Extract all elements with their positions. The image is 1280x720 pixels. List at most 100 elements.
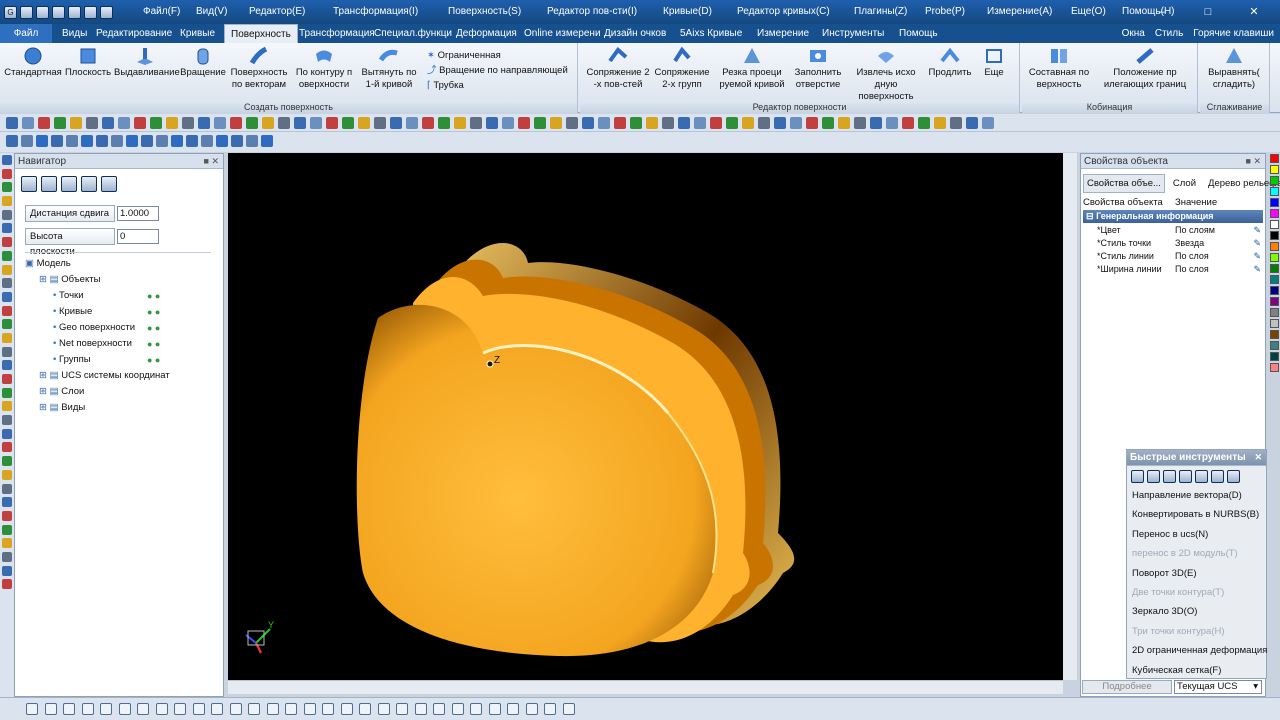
3d-viewport[interactable]: Z Y <box>228 153 1063 680</box>
file-button[interactable]: Файл <box>0 24 52 43</box>
status-tool-icon[interactable] <box>229 703 242 715</box>
undo-icon[interactable] <box>100 5 113 19</box>
status-tool-icon[interactable] <box>525 703 538 715</box>
sphere-small-icon[interactable] <box>1195 470 1208 483</box>
edit-pen-icon[interactable]: ✎ <box>1253 263 1261 276</box>
details-button[interactable]: Подробнее <box>1082 680 1172 694</box>
cut-icon[interactable] <box>84 5 97 19</box>
menu-curves[interactable]: Кривые(D) <box>663 0 712 24</box>
toolbar-tool-icon[interactable] <box>502 117 514 129</box>
side-tool-icon[interactable] <box>2 332 12 343</box>
side-tool-icon[interactable] <box>2 360 12 371</box>
side-tool-icon[interactable] <box>2 387 12 398</box>
toolbar-tool-icon[interactable] <box>230 117 242 129</box>
tree-item[interactable]: ⊞ ▤ Объекты <box>25 272 100 288</box>
toolbar-tool-icon[interactable] <box>374 117 386 129</box>
toolbar-tool-icon[interactable] <box>134 117 146 129</box>
property-value[interactable]: Звезда <box>1175 237 1204 250</box>
quick-tool-item[interactable]: Перенос в ucs(N) <box>1132 525 1208 544</box>
status-tool-icon[interactable] <box>303 703 316 715</box>
filter-icon[interactable] <box>101 176 117 192</box>
blend-two-surfaces-button[interactable]: Сопряжение 2 -х пов-стей <box>584 46 652 91</box>
toolbar-tool-icon[interactable] <box>38 117 50 129</box>
toolbar-tool-icon[interactable] <box>66 135 78 147</box>
toolbar-tool-icon[interactable] <box>246 117 258 129</box>
status-tool-icon[interactable] <box>322 703 334 715</box>
status-tool-icon[interactable] <box>285 703 297 715</box>
side-tool-icon[interactable] <box>2 510 12 521</box>
more-editor-button[interactable]: Еще <box>976 46 1012 79</box>
toolbar-tool-icon[interactable] <box>422 117 434 129</box>
contour-surface-button[interactable]: По контуру п оверхности <box>292 46 356 91</box>
side-tool-icon[interactable] <box>2 196 12 207</box>
tree-item[interactable]: • Net поверхности ● ● <box>25 336 160 352</box>
toolbar-tool-icon[interactable] <box>102 117 114 129</box>
side-tool-icon[interactable] <box>2 524 12 535</box>
toolbar-tool-icon[interactable] <box>141 135 153 147</box>
color-swatch[interactable] <box>1269 286 1279 295</box>
tab-transform[interactable]: Трансформация <box>299 24 375 43</box>
side-tool-icon[interactable] <box>2 415 12 426</box>
toolbar-tool-icon[interactable] <box>310 117 322 129</box>
side-tool-icon[interactable] <box>2 374 12 384</box>
toolbar-tool-icon[interactable] <box>156 135 168 147</box>
toolbar-tool-icon[interactable] <box>854 117 866 129</box>
color-swatch[interactable] <box>1269 198 1279 207</box>
layer-icon[interactable] <box>81 176 97 192</box>
windows-menu[interactable]: Окна <box>1122 24 1145 43</box>
color-swatch[interactable] <box>1269 165 1279 174</box>
shift-distance-input[interactable]: 1.0000 <box>117 206 159 221</box>
toolbar-tool-icon[interactable] <box>774 117 786 129</box>
toolbar-tool-icon[interactable] <box>201 135 213 147</box>
toolbar-tool-icon[interactable] <box>630 117 642 129</box>
toolbar-tool-icon[interactable] <box>342 117 354 129</box>
color-swatch[interactable] <box>1269 154 1279 163</box>
quick-tool-item[interactable]: Кубическая сетка(F) <box>1132 661 1221 680</box>
toolbar-tool-icon[interactable] <box>822 117 834 129</box>
toolbar-tool-icon[interactable] <box>598 117 610 129</box>
tab-deformation[interactable]: Деформация <box>456 24 517 43</box>
toolbar-tool-icon[interactable] <box>262 117 274 129</box>
menu-view[interactable]: Вид(V) <box>196 0 227 24</box>
toolbar-tool-icon[interactable] <box>438 117 450 129</box>
menu-transform[interactable]: Трансформация(I) <box>333 0 418 24</box>
status-tool-icon[interactable] <box>174 703 186 715</box>
project-cut-button[interactable]: Резка проеци руемой кривой <box>716 46 788 91</box>
paste-icon[interactable] <box>1147 470 1160 483</box>
side-tool-icon[interactable] <box>2 538 12 549</box>
viewport-vscroll[interactable] <box>1063 153 1077 680</box>
toolbar-tool-icon[interactable] <box>966 117 978 129</box>
toolbar-tool-icon[interactable] <box>278 117 290 129</box>
toolbar-tool-icon[interactable] <box>838 117 850 129</box>
collapse-icon[interactable]: ⊟ <box>1086 211 1094 221</box>
tree-item[interactable]: • Geo поверхности ● ● <box>25 320 160 336</box>
edit-pen-icon[interactable]: ✎ <box>1253 237 1261 250</box>
toolbar-tool-icon[interactable] <box>246 135 258 147</box>
side-tool-icon[interactable] <box>2 168 12 179</box>
toolbar-tool-icon[interactable] <box>694 117 706 129</box>
toolbar-tool-icon[interactable] <box>870 117 882 129</box>
blend-two-groups-button[interactable]: Сопряжение 2-х групп <box>652 46 712 91</box>
color-swatch[interactable] <box>1269 220 1279 229</box>
visibility-bulb-icon[interactable]: ● ● <box>147 288 160 304</box>
toolbar-tool-icon[interactable] <box>742 117 754 129</box>
color-swatch[interactable] <box>1269 352 1279 361</box>
side-tool-icon[interactable] <box>2 579 12 590</box>
quick-tool-item[interactable]: Поворот 3D(E) <box>1132 564 1197 583</box>
status-tool-icon[interactable] <box>211 703 223 715</box>
toolbar-tool-icon[interactable] <box>51 135 63 147</box>
menu-measure[interactable]: Измерение(A) <box>987 0 1052 24</box>
copy-icon[interactable] <box>1131 470 1144 483</box>
tube-item[interactable]: ⌈ Трубка <box>427 79 464 93</box>
smooth-button[interactable]: Выравнять(сгладить) <box>1202 46 1266 91</box>
side-tool-icon[interactable] <box>2 264 12 275</box>
menu-curve-editor[interactable]: Редактор кривых(C) <box>737 0 830 24</box>
color-swatch[interactable] <box>1269 330 1279 339</box>
color-swatch[interactable] <box>1269 363 1279 372</box>
tab-tools[interactable]: Инструменты <box>822 24 884 43</box>
extend-button[interactable]: Продлить <box>926 46 974 79</box>
tab-5axis-curves[interactable]: 5Aixs Кривые <box>680 24 742 43</box>
toolbar-tool-icon[interactable] <box>454 117 466 129</box>
color-swatch[interactable] <box>1269 242 1279 251</box>
toolbar-tool-icon[interactable] <box>918 117 930 129</box>
